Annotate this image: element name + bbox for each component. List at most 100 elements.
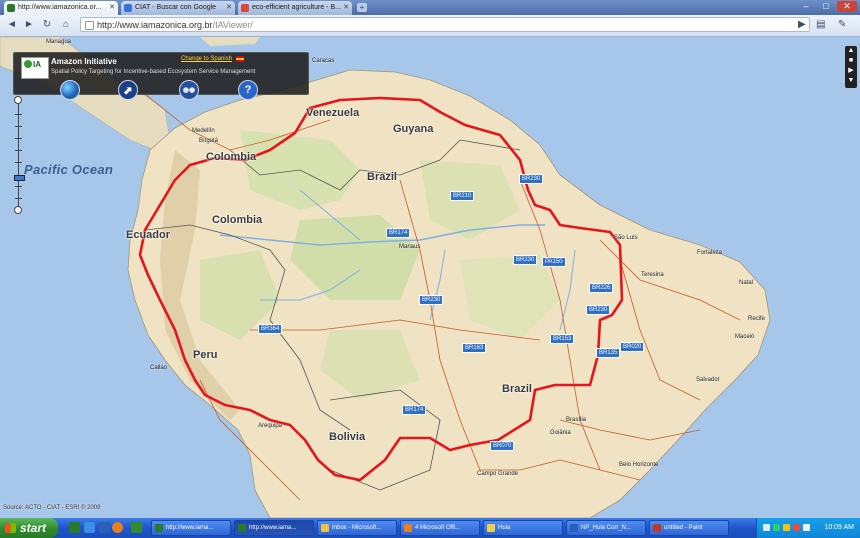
minimize-icon[interactable]: – [797, 1, 815, 12]
zoom-tick [15, 162, 22, 163]
country-label-bolivia: Bolivia [329, 431, 366, 443]
reload-button[interactable]: ↻ [41, 19, 53, 31]
highway-shield: BR153 [550, 334, 575, 344]
compass-icon[interactable]: ⬈ [118, 80, 138, 100]
taskbar-item-browser-2[interactable]: http://www.iama... [234, 520, 314, 536]
back-button[interactable]: ◄ [6, 19, 18, 31]
folder-icon [487, 524, 495, 532]
network-icon[interactable] [763, 524, 770, 531]
tab-google-search[interactable]: CIAT - Buscar con Google ✕ [121, 1, 235, 15]
city-label: Campo Grande [477, 471, 519, 477]
highway-shield: BR163 [462, 343, 487, 353]
info-panel: IA Amazon Initiative Spatial Policy Targ… [13, 52, 309, 100]
security-icon[interactable] [773, 524, 780, 531]
zoom-tick [15, 126, 22, 127]
volume-icon[interactable] [803, 524, 810, 531]
highway-shield: BR230 [419, 295, 444, 305]
page-menu-icon[interactable]: ▤ [816, 18, 825, 32]
windows-logo-icon [5, 523, 16, 533]
taskbar-item-browser-1[interactable]: http://www.iama... [151, 520, 231, 536]
close-icon[interactable]: ✕ [226, 1, 232, 15]
tab-iamazonica[interactable]: http://www.iamazonica.or... ✕ [4, 1, 118, 15]
pan-center-icon[interactable]: ■ [845, 56, 857, 66]
country-label-brazil: Brazil [502, 383, 532, 395]
spain-flag-icon[interactable] [236, 56, 244, 62]
quicklaunch-app-icon[interactable] [131, 522, 142, 533]
zoom-out-icon[interactable] [14, 206, 22, 214]
start-button[interactable]: start [0, 518, 58, 538]
quicklaunch-firefox-icon[interactable] [112, 522, 123, 533]
quicklaunch-desktop-icon[interactable] [99, 522, 110, 533]
binoculars-icon[interactable]: ◉◉ [179, 80, 199, 100]
wrench-icon[interactable]: ✎ [838, 18, 846, 32]
taskbar-item-label: NP_Hula Corr_N... [581, 525, 632, 531]
address-bar[interactable]: http://www.iamazonica.org.br/IAViewer/ [80, 17, 810, 32]
city-label: Arequipa [258, 423, 283, 429]
antivirus-icon[interactable] [793, 524, 800, 531]
zoom-handle[interactable] [14, 175, 25, 181]
amazon-initiative-logo: IA [21, 57, 49, 79]
system-tray: 10:09 AM [756, 518, 860, 538]
tab-label: http://www.iamazonica.or... [18, 4, 102, 11]
close-icon[interactable]: ✕ [343, 1, 349, 15]
pan-control[interactable]: ▲ ■ ▶ ▼ [845, 46, 857, 88]
taskbar-item-label: Hula [498, 525, 511, 531]
taskbar-item-hula[interactable]: Hula [483, 520, 563, 536]
pan-up-icon[interactable]: ▲ [845, 46, 857, 56]
globe-icon[interactable] [60, 80, 80, 100]
url-text: http://www.iamazonica.org.br/IAViewer/ [97, 18, 253, 32]
close-icon[interactable]: ✕ [109, 1, 115, 15]
city-label: Salvador [696, 377, 720, 383]
city-label: São Luís [614, 235, 638, 241]
country-label-colombia: Colombia [206, 151, 257, 163]
play-icon[interactable]: ▶ [798, 18, 806, 32]
quicklaunch-ie-icon[interactable] [84, 522, 95, 533]
new-tab-button[interactable]: + [357, 3, 367, 12]
paint-icon [653, 524, 661, 532]
taskbar-item-label: Inbox - Microsoft... [332, 525, 382, 531]
country-label-guyana: Guyana [393, 123, 434, 135]
highway-shield: BR226 [589, 283, 614, 293]
notification-icon[interactable] [783, 524, 790, 531]
map-graphic [0, 37, 771, 518]
highway-shield: BR210 [450, 191, 475, 201]
home-button[interactable]: ⌂ [60, 19, 72, 31]
panel-title: Amazon Initiative [51, 57, 117, 66]
country-label-peru: Peru [193, 349, 218, 361]
city-label: Caracas [312, 58, 335, 64]
leaf-icon [24, 60, 32, 68]
quicklaunch-browser-icon[interactable] [69, 522, 80, 533]
highway-shield: BR230 [519, 174, 544, 184]
panel-subtitle: Spatial Policy Targeting for Incentive-b… [51, 69, 256, 75]
highway-shield: BR135 [596, 348, 621, 358]
taskbar-item-paint[interactable]: untitled - Paint [649, 520, 729, 536]
map-source-attribution: Source: ACTO - CIAT - ESRI © 2009 [3, 505, 101, 511]
city-label: Maceió [735, 334, 755, 340]
taskbar-item-outlook[interactable]: Inbox - Microsoft... [317, 520, 397, 536]
pan-right-icon[interactable]: ▶ [845, 66, 857, 76]
zoom-slider[interactable] [14, 96, 25, 214]
help-icon[interactable]: ? [238, 80, 258, 100]
tab-label: CIAT - Buscar con Google [135, 4, 217, 11]
change-language-link[interactable]: Change to Spanish [181, 56, 232, 62]
pan-down-icon[interactable]: ▼ [845, 76, 857, 86]
highway-shield: BR230 [513, 255, 538, 265]
forward-button[interactable]: ► [23, 19, 35, 31]
taskbar-item-np-hula[interactable]: NP_Hula Corr_N... [566, 520, 646, 536]
taskbar-item-office[interactable]: 4 Microsoft Offi... [400, 520, 480, 536]
zoom-in-icon[interactable] [14, 96, 22, 104]
map-canvas[interactable]: Pacific Ocean Venezuela Guyana Colombia … [0, 37, 860, 518]
tab-favicon-icon [241, 4, 249, 12]
maximize-icon[interactable]: □ [817, 1, 835, 12]
city-label: Recife [748, 316, 766, 322]
office-icon [404, 524, 412, 532]
city-label: Medellín [192, 128, 215, 134]
city-label: Natal [739, 280, 754, 286]
zoom-tick [15, 198, 22, 199]
taskbar-item-label: 4 Microsoft Offi... [415, 525, 461, 531]
close-window-icon[interactable]: ✕ [837, 1, 857, 12]
city-label: Fortaleza [697, 250, 723, 256]
tab-eco-efficient[interactable]: eco-efficient agriculture - B... ✕ [238, 1, 352, 15]
taskbar-item-label: http://www.iama... [166, 525, 214, 531]
city-label: Callao [150, 365, 168, 371]
